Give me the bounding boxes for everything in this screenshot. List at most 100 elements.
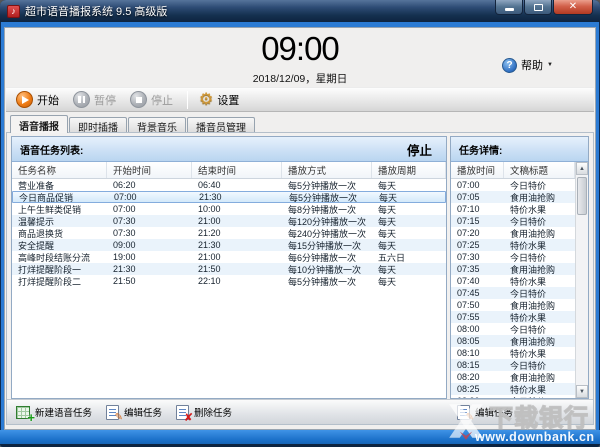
detail-row[interactable]: 08:20食用油抢购 [451, 371, 575, 383]
pause-label: 暂停 [94, 92, 116, 108]
column-header[interactable]: 文稿标题 [504, 162, 575, 178]
column-header[interactable]: 开始时间 [107, 162, 192, 178]
stop-button[interactable]: 停止 [126, 89, 180, 110]
column-header[interactable]: 结束时间 [192, 162, 282, 178]
detail-row[interactable]: 07:15今日特价 [451, 215, 575, 227]
detail-table: 播放时间 文稿标题 07:00今日特价07:05食用油抢购07:10特价水果07… [451, 162, 575, 398]
edit-task-button[interactable]: ✎ 编辑任务 [106, 405, 162, 420]
column-header[interactable]: 播放方式 [282, 162, 372, 178]
close-button[interactable]: ✕ [553, 0, 593, 15]
cell: 06:20 [107, 180, 192, 190]
column-header[interactable]: 播放周期 [372, 162, 446, 178]
tab-item[interactable]: 背景音乐 [128, 117, 186, 133]
task-row[interactable]: 营业准备06:2006:40每5分钟播放一次每天 [12, 179, 446, 191]
scroll-up-icon[interactable]: ▲ [576, 162, 588, 175]
edit-task-label: 编辑任务 [124, 405, 162, 419]
task-row[interactable]: 今日商品促销07:0021:30每5分钟播放一次每天 [12, 191, 446, 203]
cell: 22:10 [192, 276, 282, 286]
detail-table-body: 07:00今日特价07:05食用油抢购07:10特价水果07:15今日特价07:… [451, 179, 575, 398]
task-table-header: 任务名称 开始时间 结束时间 播放方式 播放周期 [12, 162, 446, 179]
app-window: ♪ 超市语音播报系统 9.5 高级版 ✕ 09:00 2018/12/09，星期… [0, 0, 600, 447]
detail-row[interactable]: 07:35食用油抢购 [451, 263, 575, 275]
task-list-panel: 语音任务列表: 停止 任务名称 开始时间 结束时间 播放方式 播放周期 营业准备… [11, 136, 447, 399]
cell: 07:10 [451, 204, 504, 214]
task-row[interactable]: 高峰时段结账分流19:0021:00每6分钟播放一次五六日 [12, 251, 446, 263]
window-frame-bottom [0, 430, 600, 447]
task-table-body: 营业准备06:2006:40每5分钟播放一次每天今日商品促销07:0021:30… [12, 179, 446, 398]
minimize-button[interactable] [495, 0, 523, 15]
detail-row[interactable]: 08:10特价水果 [451, 347, 575, 359]
tab-item[interactable]: 播音员管理 [187, 117, 255, 133]
column-header[interactable]: 任务名称 [12, 162, 107, 178]
edit-detail-icon: ✎ [457, 405, 470, 420]
cell: 08:25 [451, 384, 504, 394]
pause-icon [73, 91, 90, 108]
edit-detail-button[interactable]: ✎ 编辑任务 [457, 400, 513, 424]
task-list-title: 语音任务列表: [20, 142, 83, 157]
cell: 07:00 [107, 204, 192, 214]
delete-x-icon: ✘ [184, 413, 193, 423]
detail-row[interactable]: 07:05食用油抢购 [451, 191, 575, 203]
detail-row[interactable]: 07:55特价水果 [451, 311, 575, 323]
maximize-button[interactable] [524, 0, 552, 15]
window-controls: ✕ [494, 0, 593, 15]
cell: 07:55 [451, 312, 504, 322]
task-row[interactable]: 安全提醒09:0021:30每15分钟播放一次每天 [12, 239, 446, 251]
cell: 07:50 [451, 300, 504, 310]
detail-row[interactable]: 07:20食用油抢购 [451, 227, 575, 239]
minimize-icon [505, 8, 514, 11]
cell: 09:00 [107, 240, 192, 250]
scroll-thumb[interactable] [577, 177, 587, 215]
cell: 07:05 [451, 192, 504, 202]
edit-task-icon: ✎ [106, 405, 119, 420]
detail-row[interactable]: 07:10特价水果 [451, 203, 575, 215]
main-toolbar: 开始 暂停 停止 ⚙ 设置 [6, 87, 594, 112]
detail-row[interactable]: 07:25特价水果 [451, 239, 575, 251]
titlebar: ♪ 超市语音播报系统 9.5 高级版 ✕ [0, 0, 600, 22]
start-button[interactable]: 开始 [12, 89, 66, 110]
task-row[interactable]: 商品退换货07:3021:20每240分钟播放一次每天 [12, 227, 446, 239]
task-detail-title: 任务详情: [459, 142, 502, 157]
detail-row[interactable]: 08:05食用油抢购 [451, 335, 575, 347]
settings-button[interactable]: ⚙ 设置 [195, 90, 246, 110]
pause-button[interactable]: 暂停 [69, 89, 123, 110]
tab-item[interactable]: 语音播报 [10, 115, 68, 133]
detail-table-header: 播放时间 文稿标题 [451, 162, 575, 179]
detail-row[interactable]: 07:50食用油抢购 [451, 299, 575, 311]
scroll-down-icon[interactable]: ▼ [576, 385, 588, 398]
cell: 07:45 [451, 288, 504, 298]
detail-row[interactable]: 08:30今日特价 [451, 395, 575, 398]
cell: 19:00 [107, 252, 192, 262]
tab-item[interactable]: 即时插播 [69, 117, 127, 133]
detail-scrollbar[interactable]: ▲ ▼ [575, 162, 588, 398]
close-icon: ✕ [569, 2, 577, 12]
detail-row[interactable]: 08:15今日特价 [451, 359, 575, 371]
cell: 07:30 [107, 228, 192, 238]
detail-row[interactable]: 08:25特价水果 [451, 383, 575, 395]
detail-row[interactable]: 07:40特价水果 [451, 275, 575, 287]
cell: 打烊提醒阶段二 [12, 275, 107, 288]
cell: 06:40 [192, 180, 282, 190]
delete-task-button[interactable]: ✘ 删除任务 [176, 405, 232, 420]
cell: 21:00 [192, 216, 282, 226]
window-title: 超市语音播报系统 9.5 高级版 [25, 3, 167, 19]
cell: 07:35 [451, 264, 504, 274]
cell: 07:25 [451, 240, 504, 250]
detail-row[interactable]: 07:30今日特价 [451, 251, 575, 263]
tab-bar: 语音播报即时插播背景音乐播音员管理 [8, 115, 592, 133]
help-button[interactable]: ? 帮助 ▼ [502, 57, 553, 73]
app-icon: ♪ [7, 5, 20, 18]
task-row[interactable]: 打烊提醒阶段一21:3021:50每10分钟播放一次每天 [12, 263, 446, 275]
cell: 07:20 [451, 228, 504, 238]
task-row[interactable]: 打烊提醒阶段二21:5022:10每5分钟播放一次每天 [12, 275, 446, 287]
cell: 10:00 [192, 204, 282, 214]
detail-row[interactable]: 07:45今日特价 [451, 287, 575, 299]
task-row[interactable]: 温馨提示07:3021:00每120分钟播放一次每天 [12, 215, 446, 227]
new-task-button[interactable]: + 新建语音任务 [16, 405, 92, 419]
cell: 21:20 [192, 228, 282, 238]
column-header[interactable]: 播放时间 [451, 162, 504, 178]
detail-row[interactable]: 08:00今日特价 [451, 323, 575, 335]
detail-row[interactable]: 07:00今日特价 [451, 179, 575, 191]
cell: 08:10 [451, 348, 504, 358]
task-row[interactable]: 上午生鲜类促销07:0010:00每8分钟播放一次每天 [12, 203, 446, 215]
